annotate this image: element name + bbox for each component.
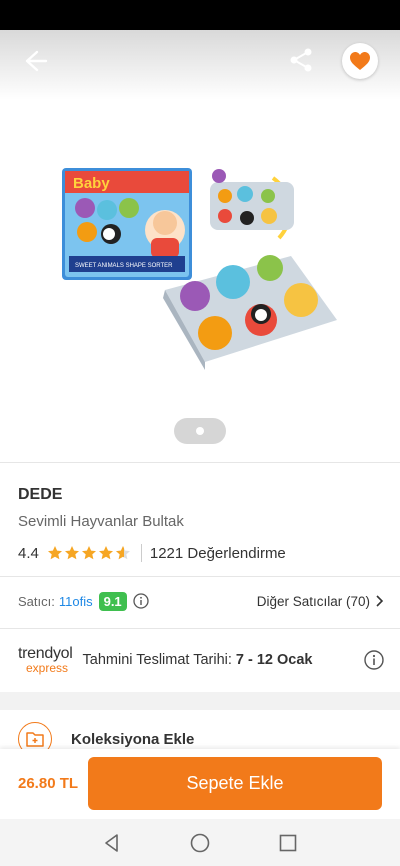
info-icon[interactable] <box>364 650 384 670</box>
seller-label: Satıcı: <box>18 593 55 609</box>
rating-row[interactable]: 4.4 1221 Değerlendirme <box>18 543 286 563</box>
delivery-estimate: Tahmini Teslimat Tarihi: 7 - 12 Ocak <box>83 652 313 668</box>
share-button[interactable] <box>288 46 316 74</box>
delivery-dates: 7 - 12 Ocak <box>235 652 313 668</box>
delivery-label: Tahmini Teslimat Tarihi: <box>82 652 232 668</box>
section-gap <box>0 692 400 710</box>
product-name: Sevimli Hayvanlar Bultak <box>18 513 184 530</box>
system-navigation-bar <box>0 819 400 866</box>
star-icon <box>98 546 113 560</box>
star-icon <box>64 546 79 560</box>
logo-sub: express <box>26 661 69 675</box>
star-icon <box>81 546 96 560</box>
favorite-button[interactable] <box>342 43 378 79</box>
square-recents-icon[interactable] <box>277 832 299 854</box>
info-icon[interactable] <box>133 593 149 609</box>
review-count[interactable]: 1221 Değerlendirme <box>150 545 286 562</box>
top-gradient <box>0 30 400 100</box>
divider <box>0 628 400 629</box>
star-icon <box>47 546 62 560</box>
divider <box>0 576 400 577</box>
delivery-row: trendyol express Tahmini Teslimat Tarihi… <box>18 645 384 675</box>
status-bar <box>0 0 400 30</box>
product-box-illustration: Baby SWEET ANIMALS SHAPE SORTER <box>62 168 192 280</box>
star-half-icon <box>115 546 130 560</box>
product-brand[interactable]: DEDE <box>18 486 62 504</box>
product-price: 26.80 TL <box>18 775 79 792</box>
triangle-back-icon[interactable] <box>101 832 123 854</box>
box-title: Baby <box>73 175 110 192</box>
purchase-bar: 26.80 TL Sepete Ekle <box>0 749 400 819</box>
pager-dot <box>196 427 204 435</box>
small-board-illustration <box>210 169 294 240</box>
product-gallery[interactable]: Baby SWEET ANIMALS SHAPE SORTER <box>0 30 400 462</box>
heart-icon <box>350 52 370 70</box>
rating-value: 4.4 <box>18 544 39 562</box>
share-icon <box>290 48 312 72</box>
circle-home-icon[interactable] <box>189 832 211 854</box>
other-sellers-link[interactable]: Diğer Satıcılar (70) <box>257 594 384 609</box>
image-pager[interactable] <box>174 418 226 444</box>
other-sellers-label: Diğer Satıcılar (70) <box>256 593 370 609</box>
seller-score-badge: 9.1 <box>98 591 127 611</box>
rating-separator <box>140 544 142 562</box>
star-rating <box>47 545 131 561</box>
back-button[interactable] <box>20 48 50 74</box>
product-image[interactable]: Baby SWEET ANIMALS SHAPE SORTER <box>55 138 345 378</box>
chevron-right-icon <box>376 595 384 607</box>
add-to-cart-button[interactable]: Sepete Ekle <box>88 757 382 810</box>
divider <box>0 462 400 463</box>
box-subtitle: SWEET ANIMALS SHAPE SORTER <box>75 263 173 269</box>
seller-link[interactable]: 11ofis <box>59 594 93 609</box>
arrow-left-icon <box>25 50 48 72</box>
add-to-collection-label: Koleksiyona Ekle <box>71 730 195 748</box>
trendyol-express-logo: trendyol express <box>18 645 73 675</box>
logo-word: trendyol <box>18 645 73 662</box>
seller-row: Satıcı: 11ofis 9.1 Diğer Satıcılar (70) <box>18 590 384 612</box>
